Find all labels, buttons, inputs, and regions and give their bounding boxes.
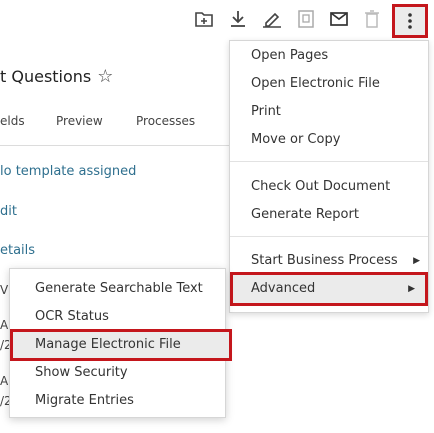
menu-item-print[interactable]: Print (230, 100, 428, 124)
text-fragment: A (0, 318, 9, 332)
download-icon[interactable] (227, 8, 249, 30)
text-fragment: V (0, 283, 9, 297)
submenu-arrow-icon: ▶ (413, 256, 420, 266)
menu-separator (230, 161, 428, 162)
submenu-item-ocr-status[interactable]: OCR Status (10, 304, 225, 330)
document-icon (295, 8, 317, 30)
advanced-submenu: Generate Searchable Text OCR Status Mana… (9, 268, 232, 418)
tab-processes[interactable]: Processes (136, 114, 195, 128)
favorite-star-icon[interactable]: ☆ (97, 66, 113, 87)
menu-item-generate-report[interactable]: Generate Report (230, 203, 428, 227)
tab-fields[interactable]: elds (0, 114, 25, 128)
menu-item-move-or-copy[interactable]: Move or Copy (230, 128, 428, 152)
sign-icon[interactable] (261, 8, 283, 30)
delete-icon (361, 8, 383, 30)
menu-item-label: Advanced (251, 281, 316, 296)
more-vertical-icon (408, 13, 412, 29)
submenu-arrow-icon: ▶ (408, 284, 415, 294)
toolbar (0, 0, 434, 40)
tab-preview[interactable]: Preview (56, 114, 103, 128)
menu-item-check-out-document[interactable]: Check Out Document (230, 175, 428, 199)
submenu-item-show-security[interactable]: Show Security (10, 360, 225, 386)
page-title-text: t Questions (0, 67, 92, 86)
tab-divider (0, 145, 230, 146)
submenu-item-manage-electronic-file[interactable]: Manage Electronic File (10, 329, 232, 361)
text-fragment: A (0, 374, 9, 388)
submenu-item-generate-searchable-text[interactable]: Generate Searchable Text (10, 276, 225, 302)
template-link[interactable]: lo template assigned (0, 164, 136, 179)
menu-item-open-pages[interactable]: Open Pages (230, 44, 428, 68)
more-options-menu: Open Pages Open Electronic File Print Mo… (229, 40, 429, 313)
new-folder-icon[interactable] (193, 8, 215, 30)
email-icon[interactable] (328, 8, 350, 30)
menu-item-open-electronic-file[interactable]: Open Electronic File (230, 72, 428, 96)
more-options-button[interactable] (392, 4, 428, 38)
page-title: t Questions ☆ (0, 66, 113, 87)
menu-item-start-business-process[interactable]: Start Business Process ▶ (230, 249, 428, 273)
menu-item-advanced[interactable]: Advanced ▶ (230, 272, 428, 306)
menu-item-label: Start Business Process (251, 253, 398, 268)
menu-separator (230, 236, 428, 237)
edit-link[interactable]: dit (0, 204, 17, 219)
details-link[interactable]: etails (0, 243, 35, 258)
submenu-item-migrate-entries[interactable]: Migrate Entries (10, 388, 225, 414)
